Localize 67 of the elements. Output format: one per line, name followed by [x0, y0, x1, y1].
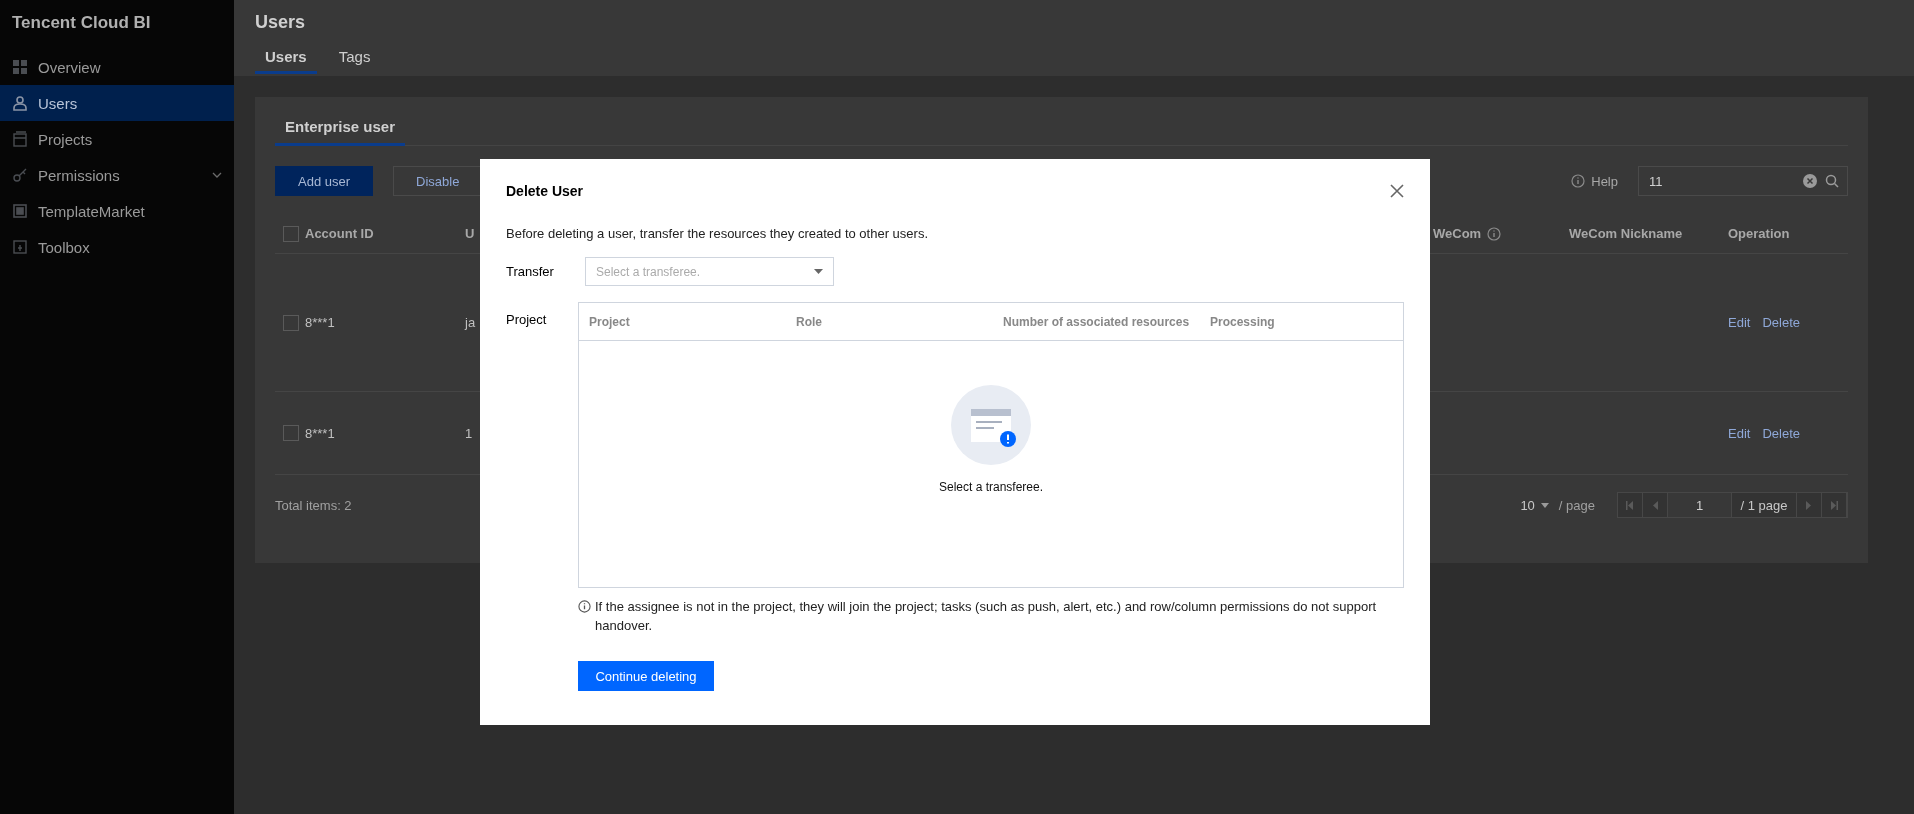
empty-message: Select a transferee.: [938, 480, 1044, 494]
previous-page-icon[interactable]: [1651, 500, 1659, 510]
edit-link[interactable]: Edit: [1728, 425, 1751, 441]
grid-icon: [12, 59, 28, 75]
delete-link[interactable]: Delete: [1762, 425, 1800, 441]
table-cell: 8***1: [305, 425, 335, 441]
column-header: WeCom: [1433, 226, 1482, 241]
page-count: / 1 page: [1732, 493, 1797, 517]
column-header: Project: [589, 314, 631, 329]
search-field[interactable]: 11: [1638, 166, 1848, 196]
search-icon[interactable]: [1825, 174, 1839, 188]
tab[interactable]: Users: [255, 48, 317, 74]
table-cell: ja: [465, 315, 476, 330]
checkbox[interactable]: [283, 314, 299, 331]
info-icon: [1487, 226, 1502, 241]
tab[interactable]: Tags: [328, 48, 381, 74]
sidebar-item[interactable]: Permissions: [0, 157, 234, 193]
column-header: Account ID: [305, 226, 374, 241]
sidebar-item[interactable]: Overview: [0, 49, 234, 85]
info-icon: [1571, 174, 1586, 188]
tab[interactable]: Enterprise user: [275, 118, 406, 146]
delete-link[interactable]: Delete: [1762, 315, 1800, 330]
column-header: Processing: [1210, 314, 1276, 329]
last-page-icon[interactable]: [1830, 500, 1838, 510]
total-items: Total items: 2: [275, 497, 352, 513]
sidebar-item[interactable]: Projects: [0, 121, 234, 157]
sidebar-item[interactable]: Toolbox: [0, 229, 234, 265]
per-page-label: / page: [1558, 497, 1595, 513]
close-button[interactable]: [1390, 184, 1404, 198]
next-page-icon[interactable]: [1805, 500, 1813, 510]
page-size-select[interactable]: 10: [1520, 497, 1549, 513]
brand-name: Tencent Cloud BI: [11, 12, 152, 34]
table-cell: 8***1: [305, 315, 335, 330]
document-icon: [12, 131, 28, 147]
edit-link[interactable]: Edit: [1728, 315, 1751, 330]
project-label: Project: [506, 312, 548, 327]
table-cell: 1: [465, 425, 473, 441]
toolbox-icon: [12, 239, 28, 255]
chevron-down-icon: [212, 172, 222, 178]
continue-button[interactable]: Continue deleting: [578, 661, 714, 691]
column-header: U: [465, 226, 475, 241]
column-header: WeCom Nickname: [1569, 226, 1683, 241]
page-title: Users: [255, 12, 307, 33]
sidebar-item[interactable]: Users: [0, 85, 234, 121]
caret-icon: [1540, 502, 1549, 508]
caret-icon: [814, 269, 823, 274]
handover-note: If the assignee is not in the project, they will join the project; tasks (such as push, alert, etc.) and row/column permissions do not support handover.: [595, 598, 1378, 635]
column-header: Role: [796, 314, 823, 329]
first-page-icon[interactable]: [1626, 500, 1634, 510]
clear-icon[interactable]: [1803, 174, 1817, 188]
dialog-title: Delete User: [506, 183, 584, 199]
checkbox[interactable]: [283, 225, 299, 242]
sidebar-item[interactable]: TemplateMarket: [0, 193, 234, 229]
transfer-label: Transfer: [506, 264, 555, 279]
dialog-description: Before deleting a user, transfer the resources they created to other users.: [506, 226, 929, 241]
info-icon: [578, 600, 591, 613]
page-field[interactable]: 1: [1668, 493, 1732, 517]
key-icon: [12, 167, 28, 183]
add-button[interactable]: Add user: [275, 166, 374, 196]
column-header: Operation: [1728, 226, 1790, 241]
column-header: Number of associated resources: [1003, 314, 1191, 329]
help-link[interactable]: Help: [1591, 173, 1618, 189]
empty-document-icon: [950, 384, 1032, 466]
square-icon: [12, 203, 28, 219]
checkbox[interactable]: [283, 425, 299, 441]
person-icon: [12, 95, 28, 111]
disable-button[interactable]: Disable: [393, 166, 483, 196]
